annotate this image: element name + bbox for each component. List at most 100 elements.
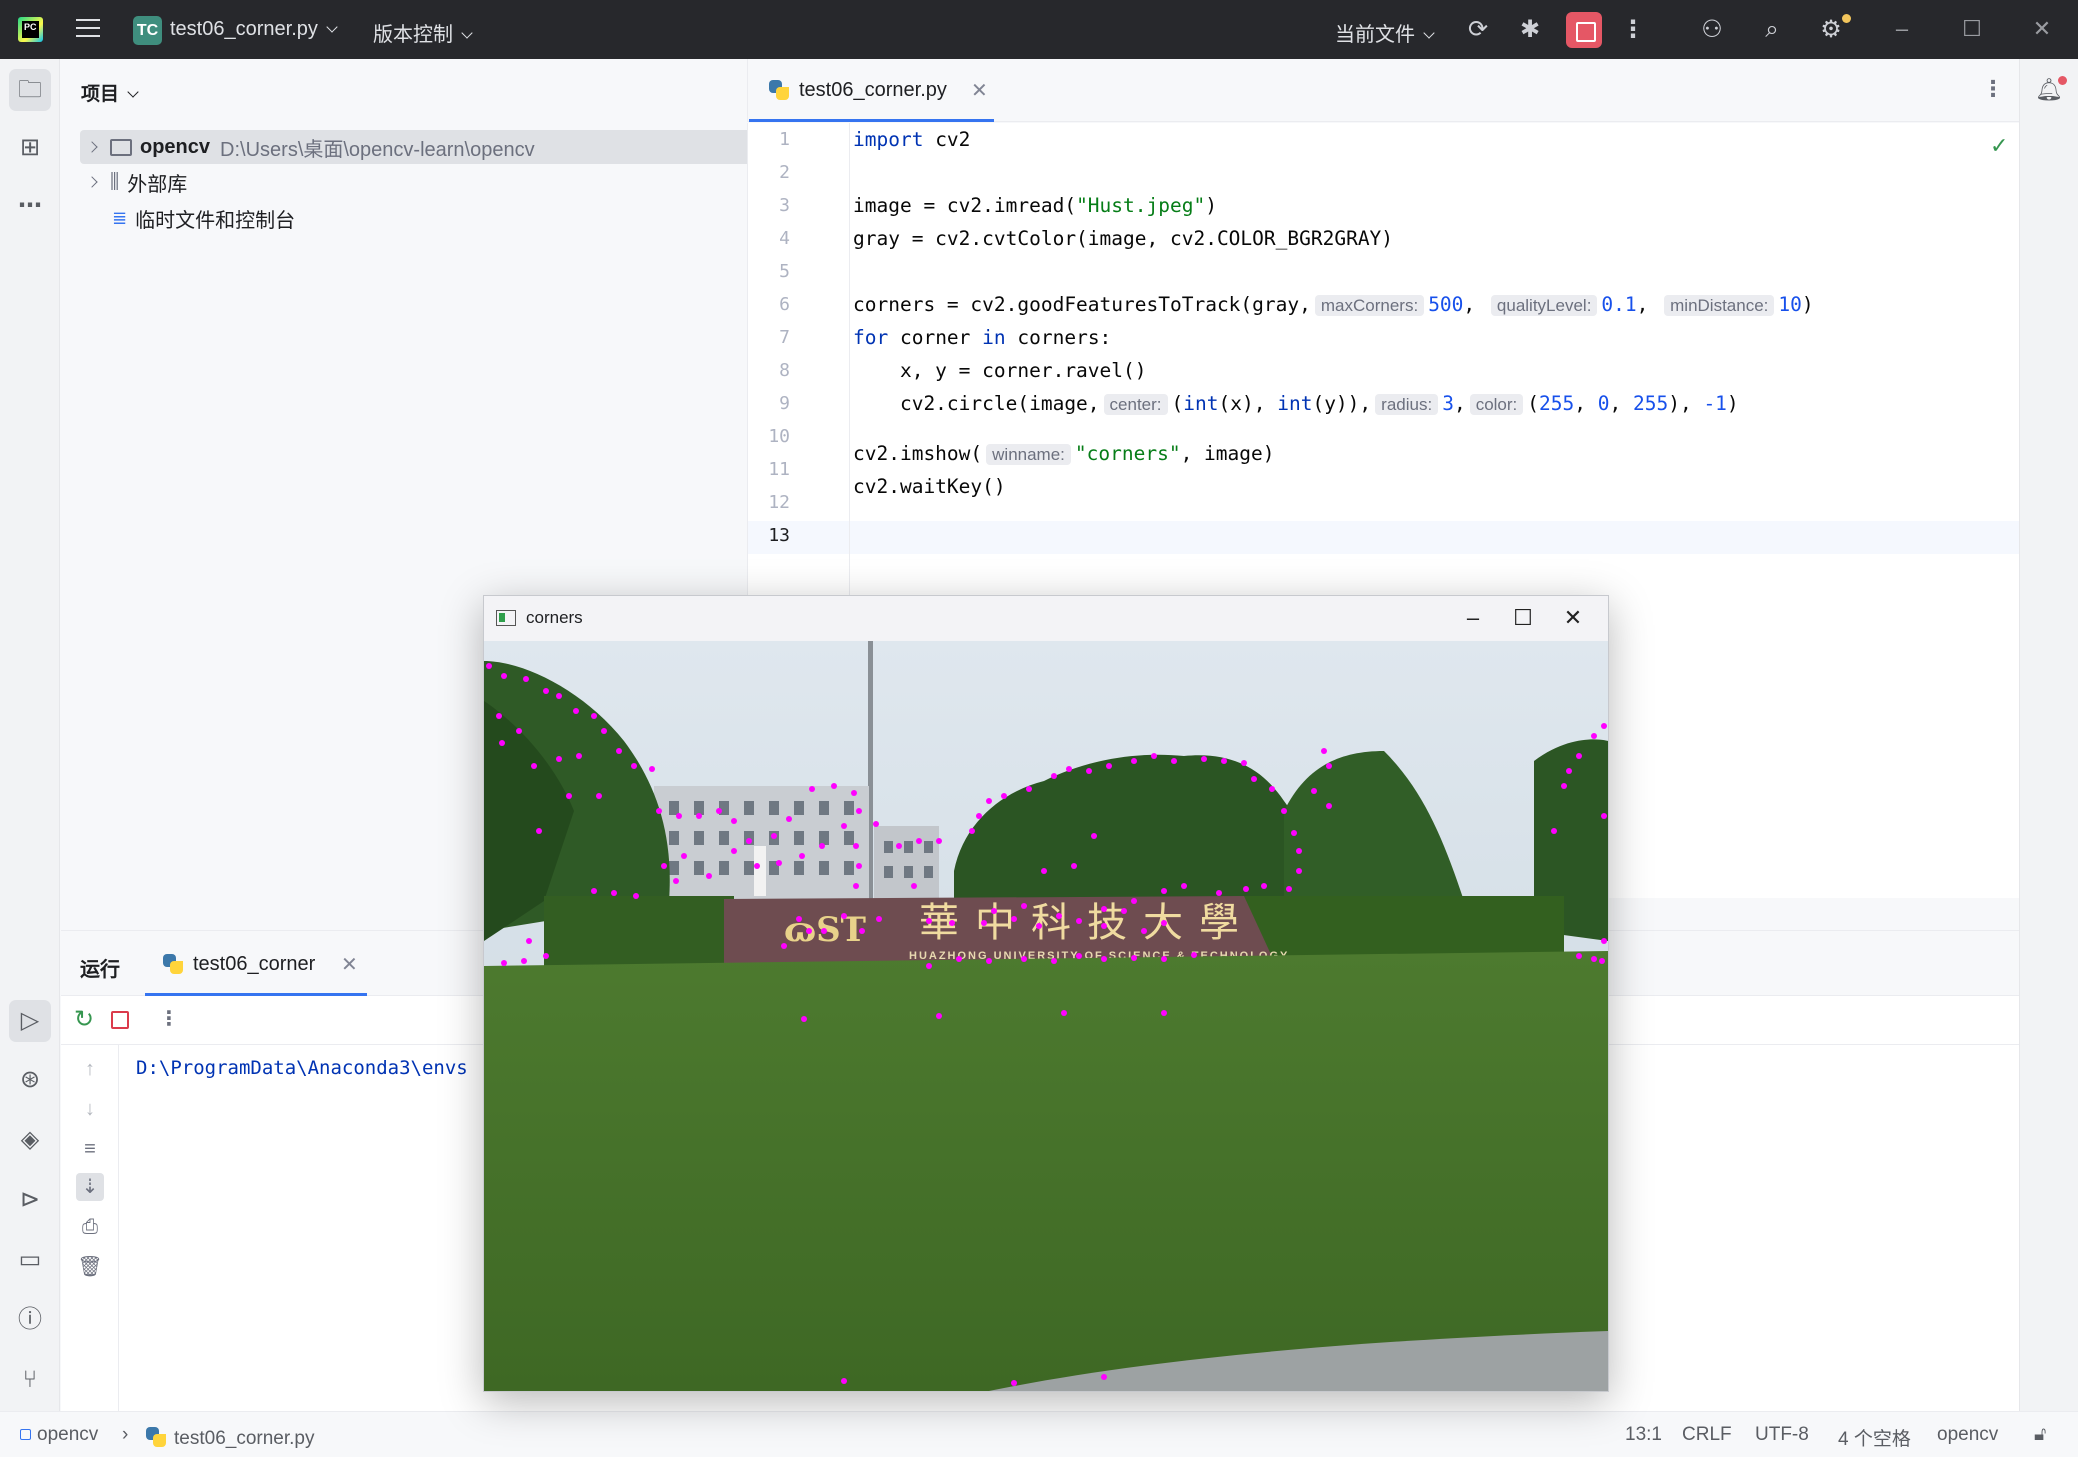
expand-arrow-icon[interactable] [86, 176, 98, 188]
lock-icon[interactable]: 🔓︎ [2034, 1424, 2046, 1446]
close-tab-icon[interactable]: ✕ [341, 952, 358, 977]
structure-tool-icon[interactable]: ⊞ [9, 127, 51, 169]
maximize-window-icon[interactable]: ☐ [1500, 602, 1546, 634]
project-tool-icon[interactable]: 🗀 [9, 69, 51, 111]
line-number: 11 [768, 459, 790, 480]
rerun-icon[interactable]: ↻ [69, 1005, 99, 1035]
problems-icon[interactable]: ⓘ [9, 1299, 51, 1341]
tree-item-label: opencv [140, 135, 211, 158]
param-hint: qualityLevel: [1490, 295, 1598, 316]
line-number: 8 [779, 360, 790, 381]
editor-tab-label: test06_corner.py [799, 79, 947, 101]
cv-window-titlebar[interactable]: corners – ☐ ✕ [484, 596, 1608, 641]
console-output[interactable]: D:\ProgramData\Anaconda3\envs [136, 1057, 468, 1079]
stop-icon[interactable] [111, 1011, 129, 1029]
chevron-down-icon [1423, 27, 1435, 39]
close-window-icon[interactable]: ✕ [1550, 602, 1596, 634]
file-encoding[interactable]: UTF-8 [1755, 1424, 1809, 1446]
code-line-8: x, y = corner.ravel() [853, 359, 1147, 382]
left-tool-strip: 🗀 ⊞ ⋯ ▷ ⊛ ◈ ⊳ ▭ ⓘ ⑂ [0, 59, 60, 1411]
no-problems-check-icon[interactable]: ✓ [1990, 133, 2008, 159]
line-number: 2 [779, 162, 790, 183]
breadcrumb-project[interactable]: opencv [20, 1424, 98, 1446]
vcs-label: 版本控制 [373, 24, 453, 46]
cv-window-title: corners [526, 608, 583, 627]
scroll-up-icon[interactable]: ↑ [76, 1055, 104, 1083]
param-hint: radius: [1375, 394, 1439, 415]
code-line-6: corners = cv2.goodFeaturesToTrack(gray, m… [853, 293, 1814, 316]
code-line-12: cv2.waitKey() [853, 475, 1006, 498]
line-number: 3 [779, 195, 790, 216]
run-tool-icon[interactable]: ▷ [9, 1000, 51, 1042]
run-more-icon[interactable]: ⋮ [159, 1006, 179, 1031]
rerun-icon[interactable]: ⟳ [1462, 14, 1494, 46]
scratches-icon: ≣ [112, 207, 128, 228]
tree-item-external-libraries[interactable]: ⫼ 外部库 [86, 165, 187, 199]
vcs-menu[interactable]: 版本控制 [373, 18, 473, 47]
python-packages-icon[interactable]: ◈ [9, 1119, 51, 1161]
notification-badge [2058, 76, 2067, 85]
tree-item-scratches[interactable]: ≣ 临时文件和控制台 [112, 201, 295, 235]
python-file-icon [146, 1427, 166, 1447]
expand-arrow-icon[interactable] [86, 141, 98, 153]
library-icon: ⫼ [110, 170, 120, 193]
scroll-down-icon[interactable]: ↓ [76, 1095, 104, 1123]
soft-wrap-icon[interactable]: ≡ [76, 1135, 104, 1163]
tree-item-opencv[interactable]: opencv D:\Users\桌面\opencv-learn\opencv [80, 130, 788, 164]
run-tab-label: test06_corner [193, 953, 316, 975]
line-number: 4 [779, 228, 790, 249]
project-selector[interactable]: test06_corner.py [170, 18, 338, 41]
tree-item-path: D:\Users\桌面\opencv-learn\opencv [220, 138, 535, 161]
param-hint: color: [1469, 394, 1524, 415]
maximize-window-icon[interactable]: ☐ [1957, 14, 1987, 44]
debug-icon[interactable]: ✱ [1514, 14, 1546, 46]
line-number: 1 [779, 129, 790, 150]
app-window-icon [496, 610, 516, 626]
search-icon[interactable]: ⌕ [1756, 14, 1788, 46]
run-configuration-selector[interactable]: 当前文件 [1335, 18, 1435, 47]
more-actions-icon[interactable]: ⋮ [1617, 14, 1649, 46]
pycharm-logo-icon[interactable]: PC [18, 17, 43, 42]
terminal-icon[interactable]: ▭ [9, 1239, 51, 1281]
clear-trash-icon[interactable]: 🗑︎ [76, 1253, 104, 1281]
minimize-window-icon[interactable]: – [1450, 602, 1496, 634]
param-hint: minDistance: [1664, 295, 1775, 316]
line-number: 6 [779, 294, 790, 315]
more-tools-icon[interactable]: ⋯ [9, 185, 51, 227]
line-number: 9 [779, 393, 790, 414]
project-badge[interactable]: TC [133, 16, 162, 45]
add-user-icon[interactable]: ⚇ [1696, 14, 1728, 46]
breadcrumb-file[interactable]: test06_corner.py [146, 1424, 314, 1450]
status-bar: opencv › test06_corner.py 13:1 CRLF UTF-… [0, 1411, 2078, 1457]
indent-setting[interactable]: 4 个空格 [1838, 1424, 1911, 1451]
param-hint: center: [1103, 394, 1168, 415]
code-line-7: for corner in corners: [853, 326, 1112, 349]
lawn [484, 951, 1608, 1391]
sign-chinese: 華中科技大學 [919, 900, 1255, 946]
editor-tab-bar: test06_corner.py ✕ ⋮ [747, 59, 2019, 122]
print-icon[interactable]: ⎙ [76, 1213, 104, 1241]
git-branch-icon[interactable]: ⑂ [9, 1359, 51, 1401]
run-tab-test06-corner[interactable]: test06_corner ✕ [145, 931, 367, 996]
editor-more-icon[interactable]: ⋮ [1982, 76, 2004, 102]
caret-position[interactable]: 13:1 [1625, 1424, 1662, 1446]
param-hint: winname: [986, 444, 1071, 465]
line-number: 5 [779, 261, 790, 282]
hedge-right [1244, 896, 1564, 961]
main-menu-icon[interactable] [76, 19, 100, 39]
line-separator[interactable]: CRLF [1682, 1424, 1732, 1446]
close-tab-icon[interactable]: ✕ [971, 78, 988, 103]
close-window-icon[interactable]: ✕ [2027, 14, 2057, 44]
editor-tab-test06-corner[interactable]: test06_corner.py ✕ [749, 59, 994, 122]
services-icon[interactable]: ⊳ [9, 1179, 51, 1221]
minimize-window-icon[interactable]: – [1887, 14, 1917, 44]
project-panel-header[interactable]: 项目 [81, 79, 139, 106]
python-console-icon[interactable]: ⊛ [9, 1059, 51, 1101]
statue [754, 846, 766, 896]
line-number: 7 [779, 327, 790, 348]
scroll-to-end-icon[interactable]: ⇣ [76, 1173, 104, 1201]
stop-button[interactable] [1566, 12, 1602, 48]
line-number: 10 [768, 426, 790, 447]
opencv-corners-window[interactable]: corners – ☐ ✕ ɷST 華中科技大學 HUAZHONG UNIVER… [483, 595, 1609, 1392]
python-interpreter[interactable]: opencv [1937, 1424, 1998, 1446]
